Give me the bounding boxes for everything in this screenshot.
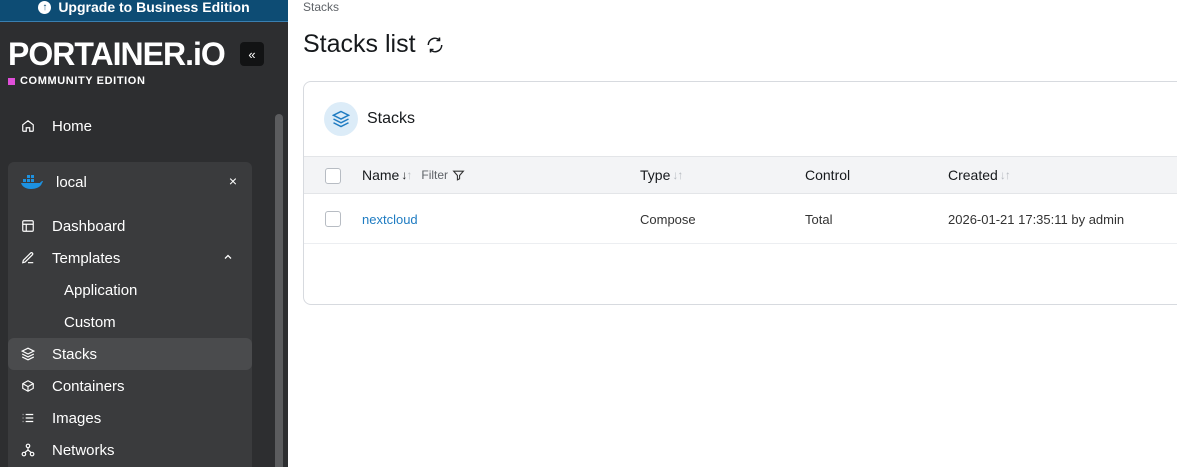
table-row: nextcloud Compose Total 2026-01-21 17:35… <box>304 194 1177 244</box>
column-type[interactable]: Type ↓↑ <box>640 157 683 193</box>
close-icon[interactable]: × <box>226 172 240 190</box>
sidebar-item-templates[interactable]: Templates <box>8 242 252 274</box>
card-title: Stacks <box>367 110 416 127</box>
column-control: Control <box>805 157 850 193</box>
docker-icon <box>20 174 44 190</box>
sidebar-scrollbar[interactable] <box>275 114 283 467</box>
sort-icon[interactable]: ↓↑ <box>672 168 683 182</box>
edition-label: COMMUNITY EDITION <box>8 75 146 87</box>
upgrade-banner[interactable]: ↑ Upgrade to Business Edition <box>0 0 288 22</box>
table-header: Name ↓↑ Filter Type ↓↑ Control Created ↓… <box>304 156 1177 194</box>
layers-icon <box>20 346 36 362</box>
sort-icon[interactable]: ↓↑ <box>1000 168 1011 182</box>
stack-control: Total <box>805 211 833 227</box>
edit-icon <box>20 250 36 266</box>
sidebar-item-dashboard[interactable]: Dashboard <box>8 210 252 242</box>
edition-text: COMMUNITY EDITION <box>20 75 146 87</box>
sort-icon[interactable]: ↓↑ <box>401 168 412 182</box>
sidebar-item-application[interactable]: Application <box>8 274 252 306</box>
card-header: Stacks <box>324 102 415 136</box>
home-icon <box>20 118 36 134</box>
chevron-up-icon[interactable] <box>222 250 234 267</box>
column-type-label: Type <box>640 167 671 183</box>
column-control-label: Control <box>805 167 851 183</box>
filter-icon <box>452 170 465 181</box>
column-created-label: Created <box>948 167 998 183</box>
select-all-checkbox[interactable] <box>325 168 341 184</box>
page-title-text: Stacks list <box>303 30 416 58</box>
sidebar-item-networks[interactable]: Networks <box>8 434 252 466</box>
sidebar-item-images[interactable]: Images <box>8 402 252 434</box>
stack-created: 2026-01-21 17:35:11 by admin <box>948 211 1125 227</box>
sidebar-item-label: Images <box>52 409 102 427</box>
filter-button[interactable]: Filter <box>421 168 465 182</box>
filter-label: Filter <box>421 168 449 182</box>
arrow-up-circle-icon: ↑ <box>38 1 52 14</box>
sidebar-item-label: Application <box>64 281 138 299</box>
column-name[interactable]: Name ↓↑ Filter <box>362 157 465 193</box>
row-checkbox[interactable] <box>325 211 341 227</box>
box-icon <box>20 378 36 394</box>
sidebar-item-label: Home <box>52 117 93 135</box>
sidebar-item-label: Templates <box>52 249 121 267</box>
sidebar-item-label: Dashboard <box>52 217 126 235</box>
environment-name: local <box>56 173 87 191</box>
upgrade-label: Upgrade to Business Edition <box>58 0 250 15</box>
stacks-card: Stacks Name ↓↑ Filter Type ↓↑ Control Cr… <box>303 81 1177 305</box>
layers-icon <box>324 102 358 136</box>
sidebar-item-label: Networks <box>52 441 115 459</box>
sidebar-item-label: Custom <box>64 313 116 331</box>
environment-header[interactable]: local <box>8 166 252 198</box>
sidebar-item-containers[interactable]: Containers <box>8 370 252 402</box>
page-title: Stacks list <box>303 30 444 59</box>
edition-accent-square <box>8 77 15 85</box>
network-icon <box>20 442 36 458</box>
breadcrumb: Stacks <box>303 0 340 14</box>
sidebar-item-label: Containers <box>52 377 125 395</box>
list-icon <box>20 410 36 426</box>
refresh-icon[interactable] <box>426 36 444 54</box>
stack-name-link[interactable]: nextcloud <box>362 194 418 244</box>
column-created[interactable]: Created ↓↑ <box>948 157 1011 193</box>
sidebar: ↑ Upgrade to Business Edition PORTAINER.… <box>0 0 288 467</box>
sidebar-item-home[interactable]: Home <box>8 110 252 142</box>
stack-type: Compose <box>640 211 696 227</box>
sidebar-item-stacks[interactable]: Stacks <box>8 338 252 370</box>
collapse-sidebar-button[interactable]: « <box>240 42 264 66</box>
portainer-logo[interactable]: PORTAINER.iO <box>8 38 226 70</box>
dashboard-icon <box>20 218 36 234</box>
chevrons-left-icon: « <box>248 46 256 62</box>
column-name-label: Name <box>362 167 400 183</box>
sidebar-item-label: Stacks <box>52 345 98 363</box>
sidebar-item-custom[interactable]: Custom <box>8 306 252 338</box>
main-content: Stacks Stacks list Stacks Name ↓↑ Filter <box>288 0 1177 467</box>
